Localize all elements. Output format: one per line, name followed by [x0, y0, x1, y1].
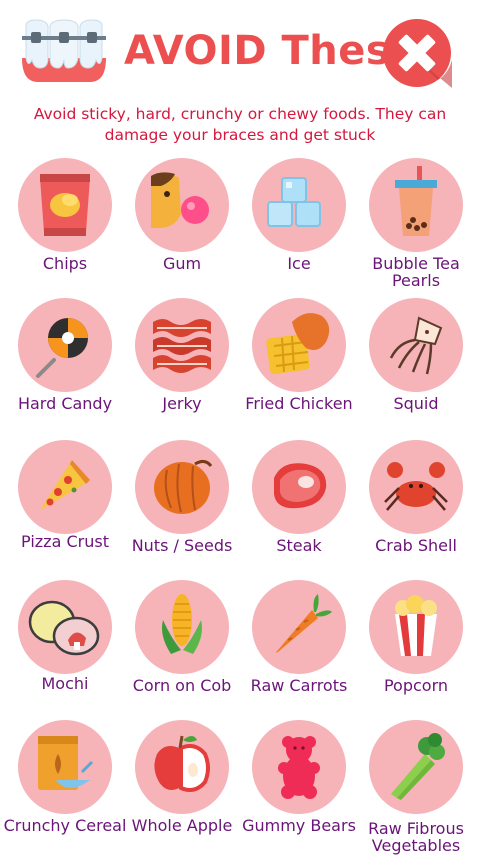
mochi-icon — [28, 600, 100, 656]
food-label: Raw Fibrous Vegetables — [368, 819, 464, 855]
steak-icon — [274, 463, 327, 509]
food-label: Hard Candy — [17, 394, 113, 413]
corn-icon — [162, 594, 202, 654]
food-label: Corn on Cob — [132, 676, 232, 695]
food-label: Nuts / Seeds — [131, 536, 233, 555]
apple-icon — [154, 735, 210, 792]
crab-icon — [384, 462, 448, 511]
food-label: Whole Apple — [131, 816, 233, 835]
avoid-x-icon — [383, 19, 452, 88]
food-label: Bubble Tea Pearls — [372, 254, 460, 290]
bubble-tea-icon — [395, 166, 437, 236]
braces-teeth-icon — [22, 19, 106, 82]
bubble-gum-icon — [151, 172, 209, 228]
chips-bag-icon — [40, 174, 90, 236]
food-label: Fried Chicken — [245, 394, 353, 413]
food-label: Mochi — [41, 674, 89, 693]
celery-icon — [391, 733, 445, 800]
food-label: Squid — [393, 394, 439, 413]
food-label: Chips — [42, 254, 88, 273]
pizza-slice-icon — [40, 460, 90, 510]
food-label: Gummy Bears — [242, 816, 356, 835]
ice-cubes-icon — [267, 177, 321, 227]
food-label: Ice — [287, 254, 311, 273]
lollipop-icon — [36, 318, 88, 378]
food-label: Crab Shell — [375, 536, 457, 555]
food-label: Pizza Crust — [21, 532, 109, 551]
food-label: Raw Carrots — [250, 676, 348, 695]
food-label: Jerky — [162, 394, 202, 413]
food-label: Crunchy Cereal — [3, 816, 127, 835]
header: AVOID These — [0, 0, 480, 100]
carrot-icon — [276, 594, 332, 653]
food-label: Steak — [276, 536, 322, 555]
gummy-bear-icon — [278, 736, 320, 799]
food-label: Gum — [162, 254, 202, 273]
fried-chicken-waffle-icon — [266, 313, 330, 375]
squid-icon — [389, 316, 443, 375]
page-title: AVOID These — [124, 28, 418, 74]
food-label: Popcorn — [383, 676, 449, 695]
jerky-icon — [153, 319, 211, 373]
nut-icon — [154, 459, 213, 514]
cereal-icon — [38, 736, 94, 790]
popcorn-icon — [395, 595, 437, 656]
subtitle: Avoid sticky, hard, crunchy or chewy foo… — [33, 105, 447, 144]
